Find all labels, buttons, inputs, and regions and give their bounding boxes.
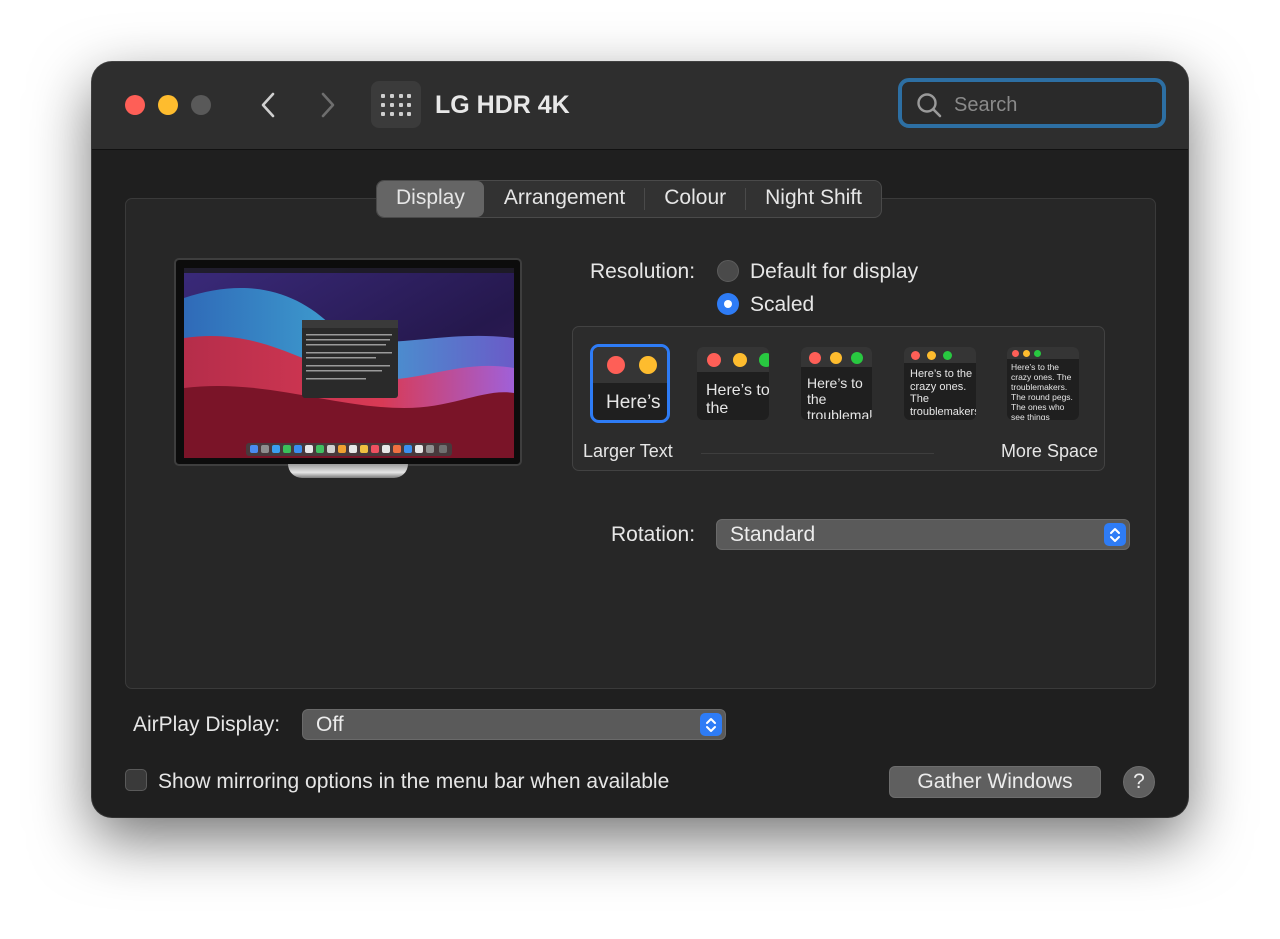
display-preview-image (174, 258, 522, 466)
rotation-value: Standard (730, 523, 816, 546)
red-dot-icon (1012, 350, 1019, 357)
wallpaper-graphic (184, 268, 514, 458)
preview-text: Here’s to the troublemakers. The ones wh… (807, 375, 872, 419)
yellow-dot-icon (830, 352, 842, 364)
window-title: LG HDR 4K (435, 91, 570, 119)
green-dot-icon (851, 352, 863, 364)
grid-icon (381, 93, 411, 116)
up-down-chevron-icon (1104, 523, 1126, 546)
chevron-right-icon (321, 92, 335, 118)
minimize-window-button[interactable] (158, 95, 178, 115)
tab-night-shift[interactable]: Night Shift (746, 181, 881, 217)
scale-option-3[interactable]: Here’s to the troublemakers. The ones wh… (801, 347, 872, 420)
preview-text: Here’s (606, 392, 661, 413)
red-dot-icon (607, 356, 625, 374)
red-dot-icon (911, 351, 920, 360)
forward-button[interactable] (313, 88, 343, 122)
desktop-wallpaper (184, 268, 514, 458)
yellow-dot-icon (927, 351, 936, 360)
radio-default-for-display[interactable] (717, 260, 739, 282)
yellow-dot-icon (733, 353, 747, 367)
default-for-display-label[interactable]: Default for display (750, 259, 918, 285)
system-preferences-window: LG HDR 4K Display Arrangement Colour Nig… (92, 62, 1188, 817)
search-icon (917, 93, 942, 118)
red-dot-icon (707, 353, 721, 367)
tab-colour[interactable]: Colour (645, 181, 745, 217)
scaled-label[interactable]: Scaled (750, 292, 814, 318)
resolution-label: Resolution: (590, 260, 696, 283)
red-dot-icon (809, 352, 821, 364)
airplay-display-popup[interactable]: Off (302, 709, 726, 740)
scale-option-5[interactable]: Here’s to the crazy ones. The troublemak… (1007, 347, 1079, 420)
scale-option-1[interactable]: Here’s (590, 344, 670, 423)
chevron-left-icon (261, 92, 275, 118)
tab-bar: Display Arrangement Colour Night Shift (376, 180, 883, 218)
rotation-popup[interactable]: Standard (716, 519, 1130, 550)
search-input[interactable] (952, 90, 1156, 120)
green-dot-icon (943, 351, 952, 360)
titlebar: LG HDR 4K (92, 62, 1188, 150)
tab-arrangement[interactable]: Arrangement (485, 181, 644, 217)
scale-track-line (701, 453, 934, 454)
up-down-chevron-icon (700, 713, 722, 736)
rotation-label: Rotation: (611, 523, 696, 546)
mirroring-options-checkbox[interactable] (125, 769, 147, 791)
green-dot-icon (759, 353, 769, 367)
larger-text-label: Larger Text (583, 441, 673, 461)
scaled-resolution-picker: Here’s Here’s to the troublemakers Here’… (572, 326, 1105, 471)
help-button[interactable]: ? (1123, 766, 1155, 798)
scale-option-2[interactable]: Here’s to the troublemakers (697, 347, 769, 420)
more-space-label: More Space (1000, 441, 1098, 461)
tab-display[interactable]: Display (377, 181, 484, 217)
scale-option-4[interactable]: Here’s to the crazy ones. The troublemak… (904, 347, 976, 420)
airplay-display-label: AirPlay Display: (133, 713, 281, 736)
monitor-stand (288, 464, 408, 478)
yellow-dot-icon (1023, 350, 1030, 357)
zoom-window-button[interactable] (191, 95, 211, 115)
gather-windows-button[interactable]: Gather Windows (889, 766, 1101, 798)
close-window-button[interactable] (125, 95, 145, 115)
yellow-dot-icon (639, 356, 657, 374)
radio-scaled[interactable] (717, 293, 739, 315)
search-field[interactable] (898, 78, 1166, 128)
preview-text: Here’s to the crazy ones. The troublemak… (1011, 362, 1073, 420)
green-dot-icon (1034, 350, 1041, 357)
mirroring-options-label[interactable]: Show mirroring options in the menu bar w… (158, 769, 669, 795)
back-button[interactable] (253, 88, 283, 122)
preview-text: Here’s to the troublemakers (706, 382, 769, 417)
airplay-display-value: Off (316, 713, 344, 736)
preview-text: Here’s to the crazy ones. The troublemak… (910, 368, 976, 418)
show-all-button[interactable] (371, 81, 421, 128)
